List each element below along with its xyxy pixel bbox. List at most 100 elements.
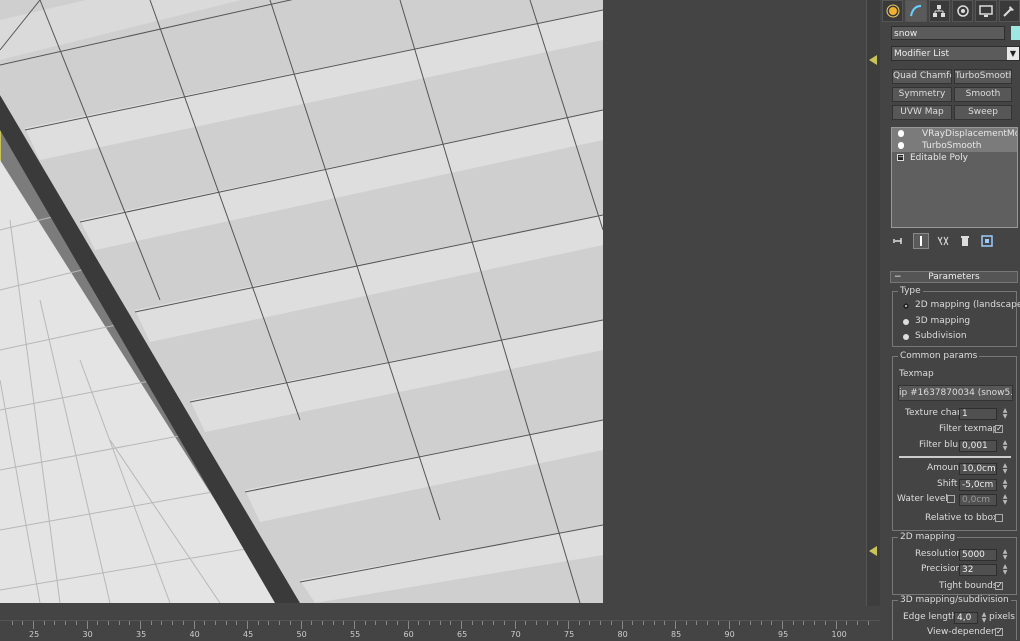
timeline-major-tick (193, 621, 195, 629)
timeline-minor-tick (375, 621, 377, 625)
object-name-field[interactable]: snow (891, 26, 1005, 40)
tight-bounds-checkbox[interactable]: ✓ (995, 582, 1003, 590)
spinner-icon[interactable]: ▲ ▼ (1001, 440, 1009, 452)
hierarchy-icon (933, 5, 946, 17)
show-end-result-button[interactable] (913, 233, 929, 249)
filter-texmap-checkbox[interactable]: ✓ (995, 425, 1003, 433)
stack-item-turbosmooth[interactable]: TurboSmooth (892, 140, 1017, 152)
timeline-minor-tick (289, 621, 291, 625)
timeline-label: 65 (457, 630, 468, 639)
timeline-minor-tick (22, 621, 24, 625)
group-label: 3D mapping/subdivision (898, 595, 1011, 605)
left-arrow-icon[interactable] (869, 55, 877, 65)
sweep-button[interactable]: Sweep (954, 105, 1012, 120)
spinner-icon[interactable]: ▲ ▼ (1001, 564, 1009, 576)
timeline-minor-tick (225, 621, 227, 625)
perspective-viewport[interactable] (0, 0, 603, 603)
stack-item-label: TurboSmooth (922, 141, 982, 151)
uvw-map-button[interactable]: UVW Map (892, 105, 952, 120)
timeline-minor-tick (471, 621, 473, 625)
timeline-minor-tick (589, 621, 591, 625)
filter-blur-field[interactable]: 0,001 (959, 440, 997, 452)
timeline-minor-tick (236, 621, 238, 625)
3d-mapping-group: 3D mapping/subdivision Edge length 4,0 ▲… (892, 595, 1017, 640)
timeline-label: 40 (189, 630, 200, 639)
tab-hierarchy[interactable] (928, 0, 950, 22)
timeline-major-tick (140, 621, 141, 629)
spinner-icon[interactable]: ▲ ▼ (1001, 463, 1009, 475)
radio-subdivision[interactable] (903, 334, 909, 340)
quad-chamfer-button[interactable]: Quad Chamfer (892, 69, 952, 84)
smooth-button[interactable]: Smooth (954, 87, 1012, 102)
stack-item-vraydisplacementmod[interactable]: VRayDisplacementMod (892, 128, 1017, 140)
view-dependent-checkbox[interactable]: ✓ (995, 628, 1003, 636)
light-bulb-icon[interactable] (898, 142, 904, 149)
timeline-ruler[interactable]: 25 30 35 40 45 50 55 60 65 70 75 80 85 90 95 100 (0, 620, 880, 641)
radio-3d-mapping[interactable] (903, 319, 909, 325)
modifier-stack[interactable]: VRayDisplacementMod TurboSmooth − Editab… (891, 127, 1018, 228)
timeline-label: 95 (778, 630, 789, 639)
texmap-button[interactable]: ip #1637870034 (snow5.jpg) (898, 385, 1013, 401)
precision-field[interactable]: 32 (959, 564, 997, 576)
pin-stack-button[interactable] (891, 233, 907, 249)
parameters-rollout-header[interactable]: − Parameters (890, 271, 1018, 283)
timeline-major-tick (86, 621, 88, 629)
relative-bbox-checkbox[interactable] (995, 514, 1003, 522)
tab-modify[interactable] (905, 0, 927, 22)
modifier-list-dropdown[interactable]: Modifier List ▼ (891, 46, 1020, 61)
radio-2d-mapping[interactable] (903, 303, 909, 309)
timeline-minor-tick (503, 621, 505, 625)
tab-utilities[interactable] (998, 0, 1020, 22)
timeline-minor-tick (107, 621, 109, 625)
tab-display[interactable] (975, 0, 997, 22)
spinner-icon[interactable]: ▲ ▼ (1001, 479, 1009, 491)
amount-field[interactable]: 10,0cm (959, 463, 997, 475)
symmetry-button[interactable]: Symmetry (892, 87, 952, 102)
turbosmooth-button[interactable]: TurboSmooth (954, 69, 1012, 84)
viewport-empty-area (604, 0, 864, 606)
water-level-checkbox[interactable] (947, 495, 955, 503)
edge-length-label: Edge length (903, 612, 958, 622)
timeline-label: 50 (296, 630, 307, 639)
water-level-field[interactable]: 0,0cm (959, 494, 997, 506)
remove-modifier-button[interactable] (957, 233, 973, 249)
stack-toolbar (891, 232, 1020, 250)
timeline-minor-tick (118, 621, 120, 625)
timeline-major-tick (728, 621, 730, 629)
spinner-icon[interactable]: ▲ ▼ (980, 612, 988, 624)
timeline-minor-tick (642, 621, 644, 625)
spinner-icon[interactable]: ▲ ▼ (1001, 549, 1009, 561)
timeline-minor-tick (311, 621, 313, 625)
spinner-icon[interactable]: ▲ ▼ (1001, 494, 1009, 506)
resolution-field[interactable]: 5000 (959, 549, 997, 561)
timeline-label: 25 (29, 630, 40, 639)
spinner-icon[interactable]: ▲ ▼ (1001, 408, 1009, 420)
timeline-minor-tick (150, 621, 152, 625)
radio-subdivision-label: Subdivision (915, 331, 967, 341)
timeline-label: 100 (831, 630, 847, 639)
object-color-swatch[interactable] (1011, 26, 1020, 40)
configure-sets-button[interactable] (979, 233, 995, 249)
modify-icon (910, 5, 922, 17)
timeline-minor-tick (546, 621, 548, 625)
light-bulb-icon[interactable] (898, 130, 904, 137)
viewport-scene (0, 0, 603, 603)
tab-motion[interactable] (951, 0, 974, 22)
timeline-minor-tick (685, 621, 687, 625)
edge-length-field[interactable]: 4,0 (954, 612, 978, 624)
timeline-minor-tick (653, 621, 655, 625)
modifier-list-label: Modifier List (894, 49, 949, 59)
timeline-minor-tick (321, 621, 323, 625)
stack-item-label: VRayDisplacementMod (922, 129, 1017, 139)
timeline-minor-tick (814, 621, 816, 625)
stack-item-editable-poly[interactable]: − Editable Poly (892, 152, 1017, 164)
make-unique-button[interactable] (935, 233, 951, 249)
shift-field[interactable]: -5,0cm (959, 479, 997, 491)
texture-chan-field[interactable]: 1 (959, 408, 997, 420)
separator (899, 456, 1011, 458)
radio-3d-mapping-label: 3D mapping (915, 316, 971, 326)
tab-create[interactable] (882, 0, 904, 22)
timeline-major-tick (835, 621, 837, 629)
expand-icon[interactable]: − (897, 154, 904, 161)
left-arrow-icon[interactable] (869, 546, 877, 556)
